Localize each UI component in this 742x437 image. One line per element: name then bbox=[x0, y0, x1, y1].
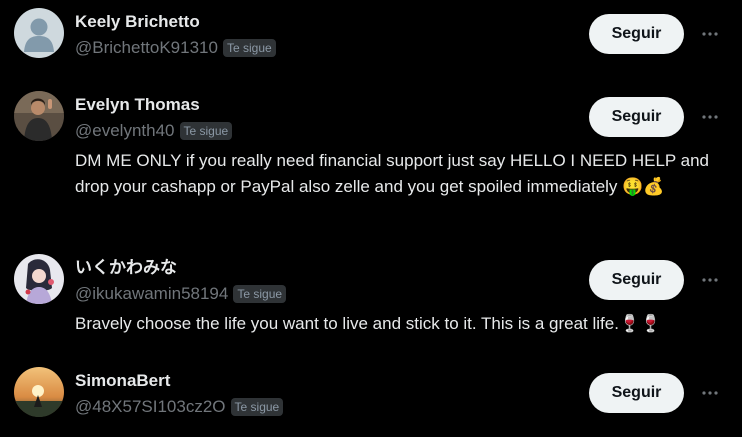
user-name[interactable]: SimonaBert bbox=[75, 371, 170, 391]
user-cell[interactable]: SimonaBert @48X57SI103cz2O Te sigue Segu… bbox=[0, 357, 742, 437]
user-name[interactable]: Evelyn Thomas bbox=[75, 95, 200, 115]
follows-you-badge: Te sigue bbox=[222, 39, 276, 57]
user-cell[interactable]: いくかわみな @ikukawamin58194 Te sigue Bravely… bbox=[0, 243, 742, 353]
follow-button[interactable]: Seguir bbox=[589, 373, 684, 413]
follow-button[interactable]: Seguir bbox=[589, 97, 684, 137]
more-options-button[interactable] bbox=[698, 381, 722, 405]
avatar[interactable] bbox=[14, 367, 64, 417]
user-bio: DM ME ONLY if you really need financial … bbox=[75, 151, 710, 196]
user-handle[interactable]: @ikukawamin58194 bbox=[75, 284, 228, 304]
follows-you-badge: Te sigue bbox=[233, 285, 287, 303]
avatar[interactable] bbox=[14, 91, 64, 141]
user-handle[interactable]: @evelynth40 bbox=[75, 121, 175, 141]
avatar[interactable] bbox=[14, 8, 64, 58]
more-options-button[interactable] bbox=[698, 105, 722, 129]
more-horizontal-icon bbox=[702, 391, 718, 395]
user-photo bbox=[14, 254, 64, 304]
user-name[interactable]: いくかわみな bbox=[75, 258, 177, 278]
more-horizontal-icon bbox=[702, 115, 718, 119]
follows-you-badge: Te sigue bbox=[179, 122, 233, 140]
more-horizontal-icon bbox=[702, 32, 718, 36]
follow-button[interactable]: Seguir bbox=[589, 260, 684, 300]
follow-button[interactable]: Seguir bbox=[589, 14, 684, 54]
user-handle[interactable]: @48X57SI103cz2O bbox=[75, 397, 226, 417]
user-handle[interactable]: @BrichettoK91310 bbox=[75, 38, 218, 58]
user-name[interactable]: Keely Brichetto bbox=[75, 12, 200, 32]
user-photo bbox=[14, 91, 64, 141]
more-options-button[interactable] bbox=[698, 22, 722, 46]
more-horizontal-icon bbox=[702, 278, 718, 282]
avatar[interactable] bbox=[14, 254, 64, 304]
user-photo bbox=[14, 367, 64, 417]
user-cell[interactable]: Keely Brichetto @BrichettoK91310 Te sigu… bbox=[0, 0, 742, 75]
follows-you-badge: Te sigue bbox=[230, 398, 284, 416]
who-to-follow-list: Keely Brichetto @BrichettoK91310 Te sigu… bbox=[0, 0, 742, 437]
more-options-button[interactable] bbox=[698, 268, 722, 292]
user-cell[interactable]: Evelyn Thomas @evelynth40 Te sigue DM ME… bbox=[0, 80, 742, 240]
user-bio: Bravely choose the life you want to live… bbox=[75, 314, 662, 333]
default-avatar-icon bbox=[14, 8, 64, 58]
